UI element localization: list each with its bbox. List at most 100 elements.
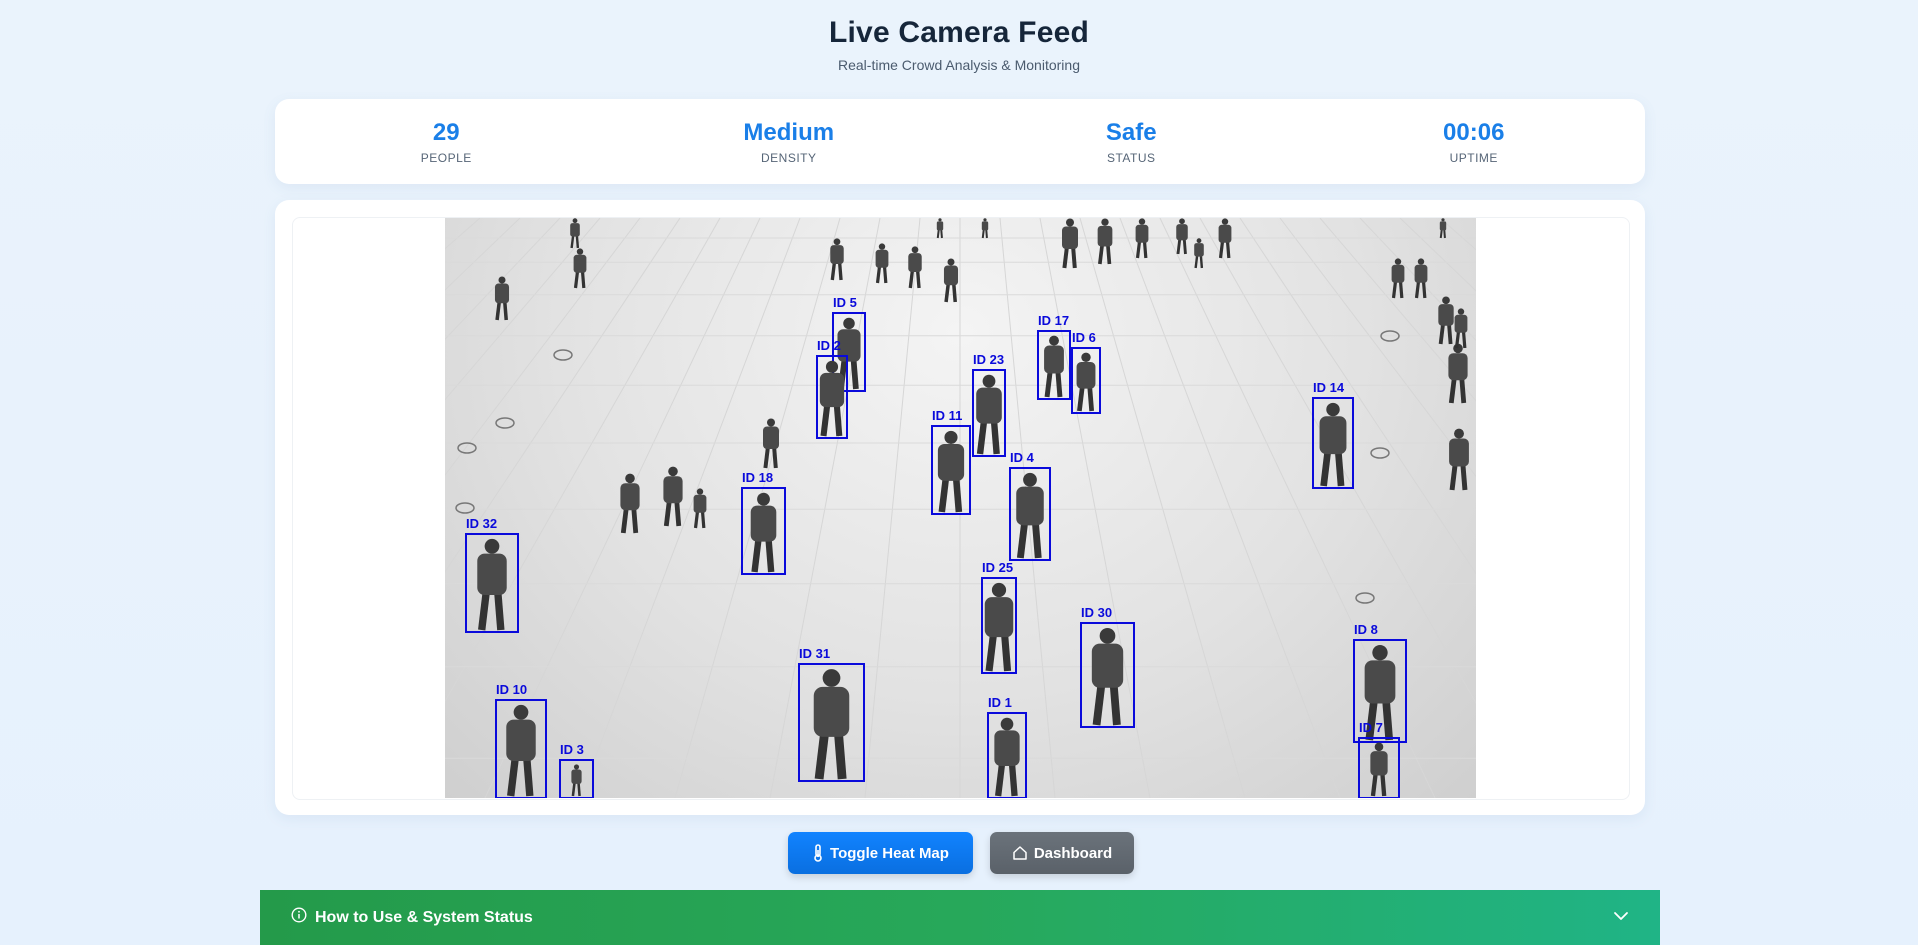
detection-label: ID 7 [1359,720,1383,735]
detection-label: ID 17 [1038,313,1069,328]
floor-line [1119,218,1341,798]
floor-line [864,218,921,798]
page-title: Live Camera Feed [829,16,1089,49]
background-pedestrian [663,466,683,527]
page: Live Camera Feed Real-time Crowd Analysi… [0,0,1918,945]
tracked-pedestrian [1076,352,1096,412]
tracked-pedestrian [994,717,1020,797]
floor-line [1319,218,1476,402]
stats-card: 29 PEOPLE Medium DENSITY Safe STATUS 00:… [275,99,1645,184]
help-label: How to Use & System Status [315,908,533,926]
tracked-pedestrian [1091,627,1124,726]
floor-line [1199,218,1476,705]
stat-status: Safe STATUS [960,118,1303,165]
background-pedestrian [1439,218,1447,239]
floor-drain [1370,447,1390,459]
stat-people: 29 PEOPLE [275,118,618,165]
detection-label: ID 1 [988,695,1012,710]
toggle-heat-map-button[interactable]: Toggle Heat Map [788,832,973,874]
page-subtitle: Real-time Crowd Analysis & Monitoring [838,57,1080,73]
detection-label: ID 2 [817,338,841,353]
chevron-down-icon[interactable] [1612,907,1630,930]
background-pedestrian [1454,308,1468,349]
background-pedestrian [908,246,922,289]
info-icon [291,907,307,928]
tracked-pedestrian [571,764,582,797]
tracked-pedestrian [1016,472,1044,559]
floor-drain [455,502,475,514]
stat-density-value: Medium [743,119,835,146]
detection-label: ID 3 [560,742,584,757]
stat-people-value: 29 [432,119,460,146]
background-pedestrian [1135,218,1149,259]
floor-line [1079,218,1246,798]
stat-density: Medium DENSITY [618,118,961,165]
detection-label: ID 18 [742,470,773,485]
background-pedestrian [875,243,889,284]
background-pedestrian [620,473,640,534]
stat-status-label: STATUS [1106,151,1156,165]
stat-uptime-value: 00:06 [1443,119,1505,146]
detection-overlay: ID 5 ID 2 ID 17ID 6 ID 23 ID 14 ID 11 ID 4 ID 1… [445,218,1476,798]
background-pedestrian [981,218,989,239]
page-header: Live Camera Feed Real-time Crowd Analysi… [0,14,1918,74]
floor-drain [553,349,573,361]
home-icon [1012,845,1028,861]
background-pedestrian [1414,258,1428,299]
tracked-pedestrian [984,582,1014,672]
tracked-pedestrian [1319,402,1347,487]
detection-label: ID 23 [973,352,1004,367]
dashboard-button[interactable]: Dashboard [990,832,1134,874]
background-pedestrian [1449,428,1469,491]
tracked-pedestrian [813,669,850,780]
floor-drain [1355,592,1375,604]
tracked-pedestrian [1044,335,1064,398]
stat-uptime-label: UPTIME [1449,151,1498,165]
floor-line [1399,218,1476,292]
tracked-pedestrian [506,704,536,797]
background-pedestrian [573,248,587,289]
video-frame: ID 5 ID 2 ID 17 ID 6 ID 23 ID 14 ID 11 ID 4 ID 1… [292,217,1630,800]
detection-label: ID 6 [1072,330,1096,345]
help-title: How to Use & System Status [291,907,533,928]
tracked-pedestrian [1370,742,1388,797]
stat-status-value: Safe [1105,119,1157,146]
stat-uptime: 00:06 UPTIME [1303,118,1646,165]
background-pedestrian [1218,218,1232,259]
floor-drain [457,442,477,454]
background-pedestrian [1097,218,1113,265]
detection-label: ID 11 [932,408,962,423]
floor-line [445,218,561,340]
floor-line [1359,218,1476,342]
background-pedestrian [1448,343,1468,404]
detection-label: ID 30 [1081,605,1112,620]
dashboard-label: Dashboard [1033,844,1113,862]
background-pedestrian [1176,218,1188,255]
toggle-heat-map-label: Toggle Heat Map [830,844,949,862]
video-card: ID 5 ID 2 ID 17 ID 6 ID 23 ID 14 ID 11 ID 4 ID 1… [275,200,1645,815]
background-pedestrian [1062,218,1078,269]
stat-people-label: PEOPLE [420,151,472,165]
background-pedestrian [936,218,944,239]
thermometer-icon [812,844,824,862]
floor-drain [495,417,515,429]
tracked-pedestrian [750,492,777,573]
camera-feed-image: ID 5 ID 2 ID 17 ID 6 ID 23 ID 14 ID 11 ID 4 ID 1… [445,218,1476,798]
detection-label: ID 8 [1354,622,1378,637]
background-pedestrian [1194,238,1204,269]
background-pedestrian [1391,258,1405,299]
background-pedestrian [494,276,510,321]
background-pedestrian [943,258,959,303]
stat-density-label: DENSITY [760,151,817,165]
detection-label: ID 10 [496,682,527,697]
detection-label: ID 5 [833,295,857,310]
detection-label: ID 4 [1010,450,1035,465]
tracked-pedestrian [477,538,507,631]
tracked-pedestrian [976,374,1002,455]
detection-label: ID 25 [982,560,1013,575]
floor-line [445,218,681,573]
detection-label: ID 31 [799,646,830,661]
help-accordion-header[interactable]: How to Use & System Status [260,890,1660,945]
detection-label: ID 14 [1313,380,1345,395]
detection-label: ID 32 [466,516,497,531]
